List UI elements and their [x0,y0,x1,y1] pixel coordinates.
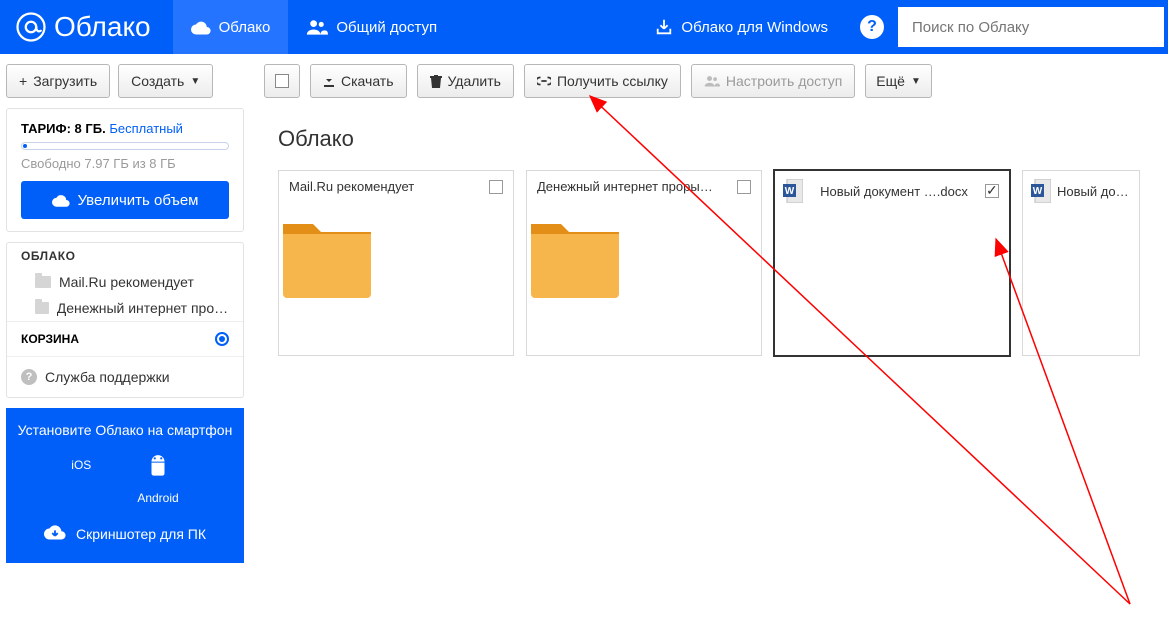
more-button[interactable]: Ещё ▼ [865,64,932,98]
page-title: Облако [278,126,1168,152]
storage-progress [21,142,229,150]
create-label: Создать [131,73,184,89]
tile-name: Mail.Ru рекомендует [289,179,414,194]
trash-label: КОРЗИНА [21,332,79,346]
download-button[interactable]: Скачать [310,64,407,98]
people-icon [704,75,720,87]
folder-icon [35,276,51,288]
cloud-icon [52,193,70,207]
file-grid: Mail.Ru рекомендует Денежный интернет пр… [264,170,1168,356]
download-box-icon [655,18,673,36]
nav-share[interactable]: Общий доступ [288,0,455,54]
promo-android[interactable]: Android [137,454,178,505]
trash-icon [430,75,442,88]
promo-ios[interactable]: iOS [71,454,91,505]
word-icon: W [1031,179,1051,203]
access-button[interactable]: Настроить доступ [691,64,855,98]
storage-free-text: Свободно 7.97 ГБ из 8 ГБ [21,156,229,171]
word-icon: W [783,179,803,203]
nav: Облако Общий доступ [173,0,456,54]
folder-icon [527,218,623,298]
plus-icon: + [19,73,27,89]
help-button[interactable]: ? [860,15,884,39]
nav-right: Облако для Windows ? [637,0,1168,54]
at-icon [16,12,46,42]
android-icon [137,454,178,487]
access-label: Настроить доступ [726,73,842,89]
search-input[interactable] [898,7,1164,47]
toolbar: Скачать Удалить Получить ссылку Настроит… [264,64,1168,98]
upload-button[interactable]: + Загрузить [6,64,110,98]
tile-name: Новый документ ….docx [820,184,968,199]
promo-card: Установите Облако на смартфон iOS Androi… [6,408,244,563]
logo[interactable]: Облако [0,0,173,54]
radio-icon [215,332,229,346]
tree-item-label: Mail.Ru рекомендует [59,274,194,290]
folder-icon [279,218,375,298]
tile-folder[interactable]: Денежный интернет проры… [526,170,762,356]
app-header: Облако Облако Общий доступ Облако для Wi… [0,0,1168,54]
delete-button[interactable]: Удалить [417,64,514,98]
nav-share-label: Общий доступ [336,19,437,36]
upload-label: Загрузить [33,73,97,89]
main: Скачать Удалить Получить ссылку Настроит… [250,54,1168,619]
chevron-down-icon: ▼ [190,76,200,87]
promo-screenshoter[interactable]: Скриншотер для ПК [16,523,234,545]
tree-heading: ОБЛАКО [7,243,243,269]
tile-checkbox[interactable] [737,180,751,194]
chevron-down-icon: ▼ [911,76,921,87]
question-icon: ? [21,369,37,385]
tile-folder[interactable]: Mail.Ru рекомендует [278,170,514,356]
tile-document[interactable]: W Новый докумен [1022,170,1140,356]
cloud-download-icon [44,523,66,545]
promo-title: Установите Облако на смартфон [16,422,234,438]
search [898,0,1168,54]
nav-cloud[interactable]: Облако [173,0,289,54]
svg-text:W: W [1033,186,1043,197]
cloud-icon [191,19,211,35]
tile-name: Денежный интернет проры… [537,179,713,194]
tree-item-recommend[interactable]: Mail.Ru рекомендует [7,269,243,295]
create-button[interactable]: Создать ▼ [118,64,213,98]
svg-text:W: W [785,186,795,197]
select-all-button[interactable] [264,64,300,98]
nav-windows-label: Облако для Windows [681,19,828,36]
more-label: Ещё [876,73,905,89]
promo-shot-label: Скриншотер для ПК [76,526,206,542]
tree-item-money[interactable]: Денежный интернет прорыв … [7,295,243,321]
download-label: Скачать [341,73,394,89]
tariff-plan-link[interactable]: Бесплатный [109,121,183,136]
tariff-card: ТАРИФ: 8 ГБ. Бесплатный Свободно 7.97 ГБ… [6,108,244,232]
promo-android-label: Android [137,491,178,505]
trash-row[interactable]: КОРЗИНА [7,322,243,356]
getlink-button[interactable]: Получить ссылку [524,64,681,98]
sidebar: + Загрузить Создать ▼ ТАРИФ: 8 ГБ. Бесплат… [0,54,250,619]
support-link[interactable]: ? Служба поддержки [7,357,243,397]
support-label: Служба поддержки [45,369,170,385]
nav-windows[interactable]: Облако для Windows [637,18,846,36]
expand-label: Увеличить объем [78,192,199,209]
delete-label: Удалить [448,73,501,89]
getlink-label: Получить ссылку [557,73,668,89]
nav-cloud-label: Облако [219,19,271,36]
expand-storage-button[interactable]: Увеличить объем [21,181,229,219]
download-icon [323,75,335,87]
tile-checkbox[interactable] [489,180,503,194]
checkbox-icon [275,74,289,88]
promo-ios-label: iOS [71,458,91,472]
tile-document[interactable]: W Новый документ ….docx [774,170,1010,356]
tariff-label: ТАРИФ: 8 ГБ. [21,121,106,136]
tile-checkbox[interactable] [985,184,999,198]
tree-card: ОБЛАКО Mail.Ru рекомендует Денежный инте… [6,242,244,398]
people-icon [306,19,328,35]
folder-icon [35,302,49,314]
tree-item-label: Денежный интернет прорыв … [57,300,229,316]
tile-name: Новый докумен [1057,184,1129,199]
link-icon [537,75,551,87]
logo-text: Облако [54,11,151,43]
tariff-line: ТАРИФ: 8 ГБ. Бесплатный [21,121,229,136]
